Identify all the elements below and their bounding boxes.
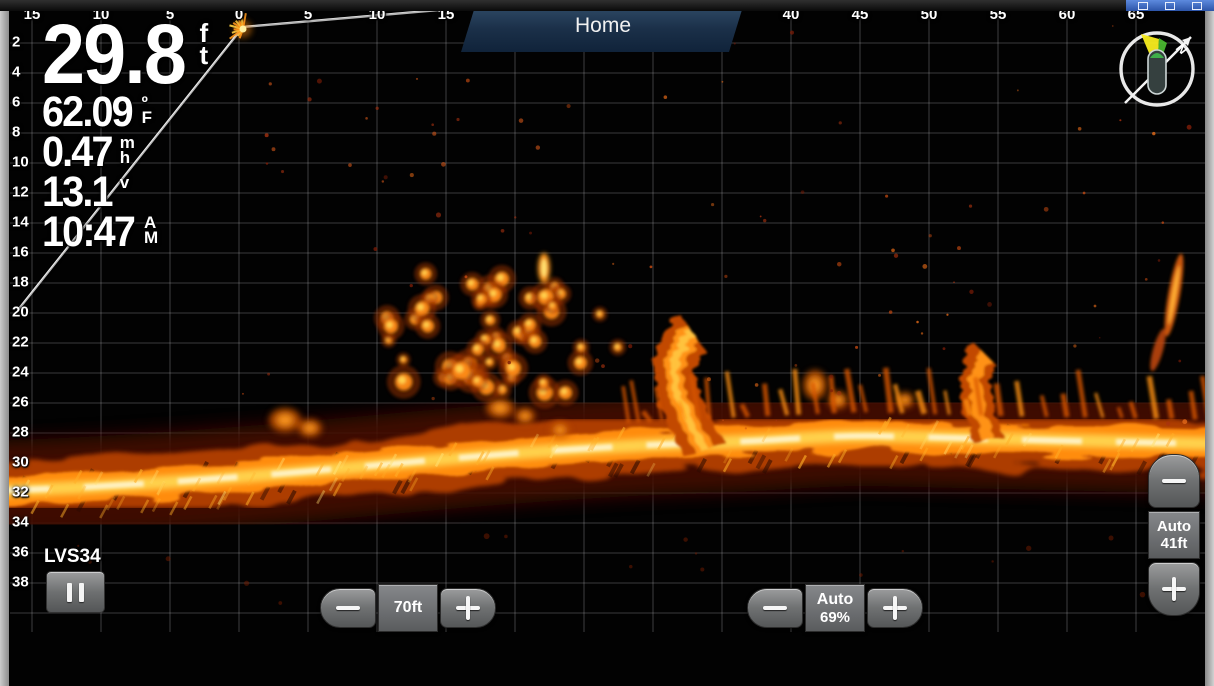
right-border-strip <box>1205 11 1214 686</box>
depth-tick-label: 26 <box>12 394 29 411</box>
plus-icon <box>456 596 480 620</box>
depth-tick-label: 22 <box>12 334 29 351</box>
time-readout: 10:47 AM <box>42 212 208 252</box>
depth-tick-label: 14 <box>12 214 29 231</box>
minus-icon <box>763 606 787 610</box>
depth-tick-label: 38 <box>12 574 29 591</box>
depth-value: 29.8 <box>42 16 185 92</box>
depth-tick-label: 8 <box>12 124 20 141</box>
video-top-strip <box>0 0 1214 11</box>
depth-range-mode-text: Auto <box>1157 518 1191 535</box>
forward-range-plus-button[interactable] <box>440 588 496 628</box>
depth-range-value[interactable]: Auto 41ft <box>1148 511 1200 559</box>
transducer-label: LVS34 <box>44 546 101 568</box>
depth-tick-label: 34 <box>12 514 29 531</box>
depth-unit: ft <box>200 22 209 66</box>
depth-tick-label: 36 <box>12 544 29 561</box>
depth-tick-label: 12 <box>12 184 29 201</box>
depth-range-text: 41ft <box>1161 535 1188 552</box>
water-temp-value: 62.09 <box>42 92 132 132</box>
pause-icon <box>67 583 72 602</box>
depth-tick-label: 30 <box>12 454 29 471</box>
gain-value[interactable]: Auto 69% <box>805 584 865 632</box>
speed-readout: 0.47 mh <box>42 132 208 172</box>
speed-unit: mh <box>120 135 135 165</box>
gain-minus-button[interactable] <box>747 588 803 628</box>
voltage-unit: v <box>120 175 129 190</box>
depth-tick-label: 2 <box>12 34 20 51</box>
depth-readout: 29.8 ft <box>42 16 208 92</box>
pause-icon <box>79 583 84 602</box>
depth-tick-label: 20 <box>12 304 29 321</box>
voltage-value: 13.1 <box>42 172 112 212</box>
gain-mode-text: Auto <box>817 591 853 609</box>
time-value: 10:47 <box>42 212 134 252</box>
speed-value: 0.47 <box>42 132 112 172</box>
data-overlay-readouts: 29.8ft62.09ºF0.47mh13.1v10:47AM <box>42 16 208 252</box>
depth-tick-label: 32 <box>12 484 29 501</box>
forward-range-minus-button[interactable] <box>320 588 376 628</box>
pin-icon[interactable] <box>1138 2 1148 10</box>
depth-tick-label: 16 <box>12 244 29 261</box>
forward-range-value[interactable]: 70ft <box>378 584 438 632</box>
time-unit: AM <box>144 215 158 245</box>
depth-tick-label: 6 <box>12 94 20 111</box>
pause-button[interactable] <box>46 571 105 613</box>
minus-icon <box>1162 479 1186 483</box>
plus-icon <box>883 596 907 620</box>
gain-plus-button[interactable] <box>867 588 923 628</box>
forward-range-text: 70ft <box>394 599 422 617</box>
depth-tick-label: 24 <box>12 364 29 381</box>
depth-tick-label: 28 <box>12 424 29 441</box>
depth-range-minus-button[interactable] <box>1148 454 1200 508</box>
minimize-icon[interactable] <box>1165 2 1175 10</box>
depth-tick-label: 4 <box>12 64 20 81</box>
sonar-screen: 1510505101520253035404550556065 24681012… <box>0 0 1214 686</box>
plus-icon <box>1162 577 1186 601</box>
transducer-orientation-compass-icon[interactable]: N <box>1112 24 1202 114</box>
depth-tick-label: 18 <box>12 274 29 291</box>
voltage-readout: 13.1 v <box>42 172 208 212</box>
left-border-strip <box>0 11 9 686</box>
gain-percent-text: 69% <box>820 609 850 626</box>
depth-range-plus-button[interactable] <box>1148 562 1200 616</box>
minus-icon <box>336 606 360 610</box>
menu-button-label: Home <box>575 14 631 38</box>
depth-tick-label: 10 <box>12 154 29 171</box>
restore-icon[interactable] <box>1192 2 1202 10</box>
remote-toolbar[interactable] <box>1126 0 1214 11</box>
